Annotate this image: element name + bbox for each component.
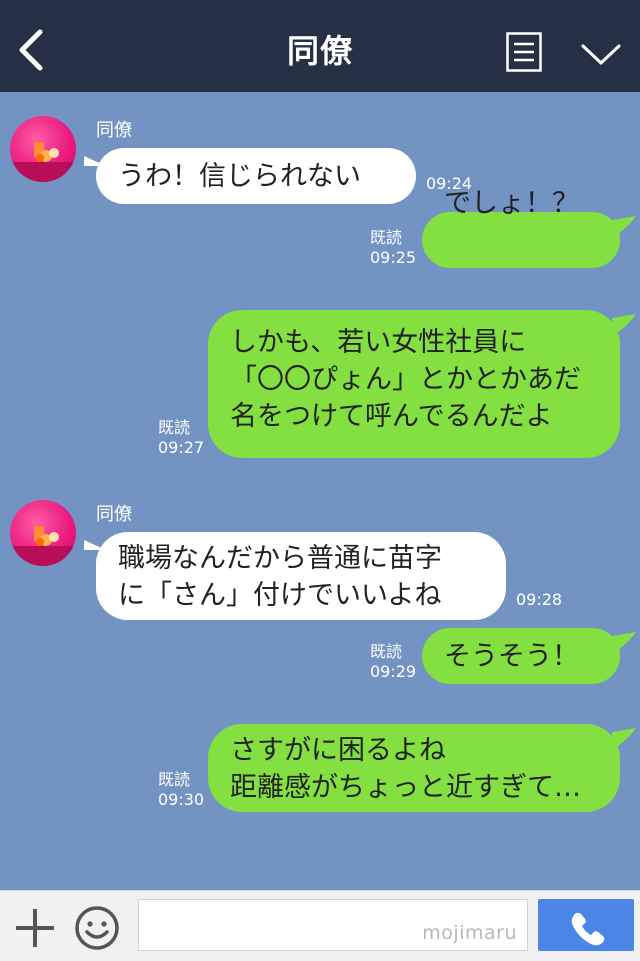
sender-name: 同僚: [96, 504, 132, 525]
message-time: 09:29: [370, 662, 417, 681]
read-receipt: 既読 09:27: [158, 418, 204, 458]
message-bubble-outgoing[interactable]: しかも、若い女性社員に 「〇〇ぴょん」とかとかあだ 名をつけて呼んでるんだよ: [208, 310, 620, 458]
read-label: 既読: [370, 642, 403, 661]
phone-icon: [571, 912, 605, 946]
bubble-tail: [612, 728, 636, 750]
message-time: 09:27: [158, 438, 205, 457]
message-bubble-incoming[interactable]: 職場なんだから普通に苗字 に「さん」付けでいいよね: [96, 532, 506, 620]
message-input[interactable]: mojimaru: [138, 899, 528, 951]
read-label: 既読: [158, 770, 191, 789]
message-bubble-incoming[interactable]: うわ！信じられない: [96, 148, 416, 204]
chat-area[interactable]: 同僚 うわ！信じられない 09:24 既読 09:25 でしょ！？ 既読 09:…: [0, 92, 640, 890]
collapse-button[interactable]: [580, 40, 622, 68]
message-text: しかも、若い女性社員に: [230, 327, 527, 358]
message-time: 09:25: [370, 248, 417, 267]
message-text: さすがに困るよね: [230, 735, 446, 766]
message-text: に「さん」付けでいいよね: [118, 580, 442, 611]
avatar[interactable]: [10, 116, 76, 182]
message-text: そうそう！: [444, 641, 579, 672]
message-time: 09:30: [158, 790, 205, 809]
message-text: でしょ！？: [444, 188, 579, 219]
menu-button[interactable]: [506, 32, 542, 72]
read-receipt: 既読 09:29: [370, 642, 416, 682]
avatar-image: [10, 526, 76, 566]
chat-header: 同僚: [0, 0, 640, 92]
message-bubble-outgoing[interactable]: でしょ！？: [422, 188, 620, 268]
menu-list-icon: [506, 32, 542, 72]
message-text: 「〇〇ぴょん」とかとかあだ: [230, 364, 581, 395]
message-text: 職場なんだから普通に苗字: [118, 543, 442, 574]
message-time: 09:28: [516, 590, 563, 609]
smiley-icon: [75, 906, 119, 950]
attach-button[interactable]: [14, 907, 56, 949]
bubble-tail: [612, 314, 636, 336]
avatar-image: [10, 142, 76, 182]
message-text: 名をつけて呼んでるんだよ: [230, 401, 553, 432]
read-label: 既読: [370, 228, 403, 247]
avatar[interactable]: [10, 500, 76, 566]
chevron-down-icon: [581, 44, 621, 65]
message-bubble-outgoing[interactable]: そうそう！: [422, 628, 620, 684]
watermark-text: mojimaru: [422, 922, 517, 944]
read-receipt: 既読 09:25: [370, 228, 416, 268]
message-text: うわ！信じられない: [118, 161, 361, 192]
chat-title: 同僚: [286, 32, 353, 70]
read-label: 既読: [158, 418, 191, 437]
message-input-bar: mojimaru: [0, 890, 640, 961]
bubble-tail: [612, 216, 636, 238]
emoji-button[interactable]: [74, 905, 120, 951]
plus-icon: [16, 909, 54, 947]
read-receipt: 既読 09:30: [158, 770, 204, 810]
sender-name: 同僚: [96, 120, 132, 141]
message-bubble-outgoing[interactable]: さすがに困るよね 距離感がちょっと近すぎて…: [208, 724, 620, 812]
call-button[interactable]: [538, 899, 634, 951]
bubble-tail: [612, 632, 636, 654]
message-text: 距離感がちょっと近すぎて…: [230, 772, 581, 803]
